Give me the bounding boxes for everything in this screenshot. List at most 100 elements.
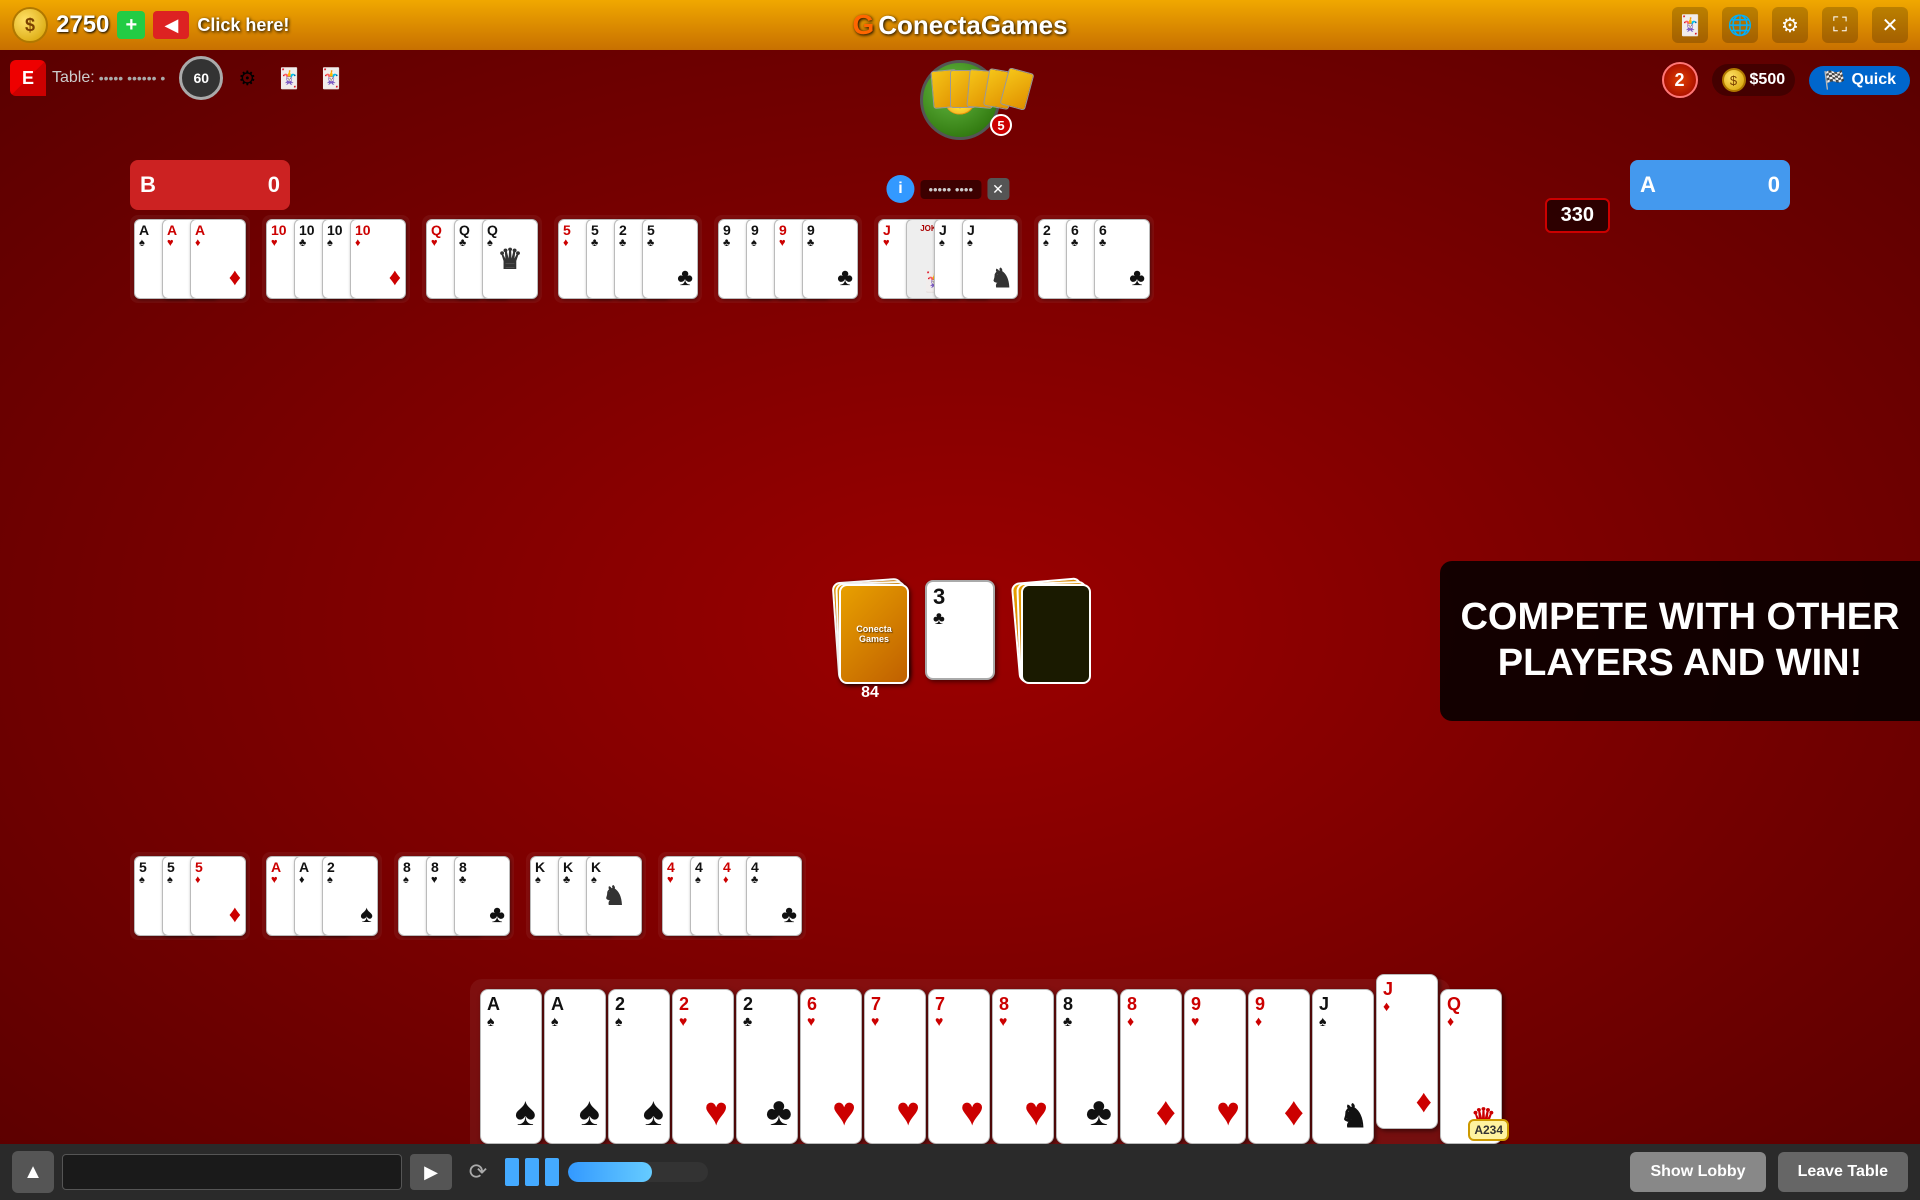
hand-card-12[interactable]: 9 ♥ ♥: [1184, 989, 1246, 1144]
card[interactable]: 10♦ ♦: [350, 219, 406, 299]
cards-icon[interactable]: 🃏: [1672, 7, 1708, 43]
player-group-1: 5♠ ♠ 5♠ ♠ 5♦ ♦: [130, 852, 250, 940]
card[interactable]: 6♣ ♣: [1094, 219, 1150, 299]
balance-display: $500: [1750, 71, 1786, 89]
opponent-group-3: Q♥ ♛ Q♣ ♛ Q♠ ♛: [422, 215, 542, 303]
player-hand: A ♠ ♠ A ♠ ♠ 2 ♠ ♠ 2 ♥ ♥ 2 ♣ ♣ 6: [470, 979, 1450, 1144]
card-icon-sm2[interactable]: 🃏: [313, 60, 349, 96]
center-area: ConectaGames ConectaGames ConectaGames 8…: [835, 580, 1085, 680]
promo-text: COMPETE WITH OTHER PLAYERS AND WIN!: [1440, 595, 1919, 686]
bar-icon-3: [545, 1158, 559, 1186]
leave-table-button[interactable]: Leave Table: [1778, 1152, 1908, 1192]
language-icon[interactable]: 🌐: [1722, 7, 1758, 43]
hand-card-1[interactable]: A ♠ ♠: [480, 989, 542, 1144]
chevron-up-button[interactable]: ▲: [12, 1151, 54, 1193]
opponent-group-4: 5♦ ♦ 5♣ ♣ 2♣ ♣ 5♣ ♣: [554, 215, 702, 303]
hand-card-5[interactable]: 2 ♣ ♣: [736, 989, 798, 1144]
score-a-letter: A: [1640, 172, 1768, 198]
info-close-button[interactable]: ✕: [987, 178, 1009, 200]
timer-icons: 60 ⚙ 🃏 🃏: [179, 56, 349, 100]
show-lobby-button[interactable]: Show Lobby: [1630, 1152, 1765, 1192]
send-button[interactable]: ▶: [410, 1154, 452, 1190]
card[interactable]: J♠ ♞: [962, 219, 1018, 299]
card[interactable]: Q♠ ♛: [482, 219, 538, 299]
add-balance-button[interactable]: +: [117, 11, 145, 39]
info-bubble: i ••••• •••• ✕: [886, 175, 1009, 203]
card[interactable]: 5♣ ♣: [642, 219, 698, 299]
coin-balance: $ $500: [1712, 64, 1796, 96]
deck-count: 84: [861, 684, 879, 702]
top-bar: $ 2750 + ◀ Click here! GConectaGames 🃏 🌐…: [0, 0, 1920, 50]
player-group-4: K♠ ♚ K♣ ♚ K♠ ♞: [526, 852, 646, 940]
hand-card-14[interactable]: J ♠ ♞: [1312, 989, 1374, 1144]
score-a: A 0: [1630, 160, 1790, 210]
table-header: E Table: ••••• •••••• • 60 ⚙ 🃏 🃏 😊 5: [0, 50, 1920, 106]
card[interactable]: 9♣ ♣: [802, 219, 858, 299]
promo-banner: COMPETE WITH OTHER PLAYERS AND WIN!: [1440, 561, 1920, 721]
cards-icon-sm[interactable]: 🃏: [271, 60, 307, 96]
opponent-group-7: 2♠ ♠ 6♣ ♣ 6♣ ♣: [1034, 215, 1154, 303]
settings-icon[interactable]: ⚙: [1772, 7, 1808, 43]
close-icon[interactable]: ✕: [1872, 7, 1908, 43]
card[interactable]: 2♠ ♠: [322, 856, 378, 936]
progress-bar-container: [568, 1162, 708, 1182]
card[interactable]: K♠ ♞: [586, 856, 642, 936]
hand-card-15[interactable]: J ♦ ♦: [1376, 974, 1438, 1129]
hand-card-6[interactable]: 6 ♥ ♥: [800, 989, 862, 1144]
bar-icons: [504, 1158, 560, 1186]
hand-card-11[interactable]: 8 ♦ ♦: [1120, 989, 1182, 1144]
logo: GConectaGames: [852, 9, 1067, 41]
opponent-card-groups: A♠ ♠ A♥ ♥ A♦ ♦ 10♥ ♥ 10♣: [130, 215, 1790, 303]
bar-icon-2: [525, 1158, 539, 1186]
draw-pile[interactable]: ConectaGames ConectaGames ConectaGames 8…: [835, 580, 905, 680]
side-deck[interactable]: [1015, 580, 1085, 680]
player-card-groups: 5♠ ♠ 5♠ ♠ 5♦ ♦ A♥ ♥ A♦: [130, 852, 806, 940]
player-group-5: 4♥ ♥ 4♠ ♠ 4♦ ♦ 4♣ ♣: [658, 852, 806, 940]
bar-icon-1: [505, 1158, 519, 1186]
timer-display: 60: [179, 56, 223, 100]
opponent-group-1: A♠ ♠ A♥ ♥ A♦ ♦: [130, 215, 250, 303]
player-count-badge: 2: [1662, 62, 1698, 98]
hand-card-4[interactable]: 2 ♥ ♥: [672, 989, 734, 1144]
balance-amount: 2750: [56, 11, 109, 39]
info-icon: i: [886, 175, 914, 203]
hand-card-13[interactable]: 9 ♦ ♦: [1248, 989, 1310, 1144]
chat-input[interactable]: [62, 1154, 402, 1190]
hand-card-8[interactable]: 7 ♥ ♥: [928, 989, 990, 1144]
hand-card-9[interactable]: 8 ♥ ♥: [992, 989, 1054, 1144]
player-name-display: ••••• ••••: [920, 180, 981, 199]
card[interactable]: 5♦ ♦: [190, 856, 246, 936]
top-bar-left: $ 2750 + ◀ Click here!: [12, 7, 289, 43]
player-group-2: A♥ ♥ A♦ ♦ 2♠ ♠: [262, 852, 382, 940]
bottom-bar: ▲ ▶ ⟳ Show Lobby Leave Table: [0, 1144, 1920, 1200]
a234-badge: A234: [1468, 1119, 1509, 1141]
hand-card-3[interactable]: 2 ♠ ♠: [608, 989, 670, 1144]
opponent-group-6: J♥ ♞ JOKER 🃏 J♠ ♞ J♠ ♞: [874, 215, 1022, 303]
click-here-label: Click here!: [197, 15, 289, 36]
fullscreen-icon[interactable]: ⛶: [1822, 7, 1858, 43]
coin-icon: $: [12, 7, 48, 43]
hand-card-7[interactable]: 7 ♥ ♥: [864, 989, 926, 1144]
opponent-group-5: 9♣ ♣ 9♠ ♠ 9♥ ♥ 9♣ ♣: [714, 215, 862, 303]
settings-icon-sm[interactable]: ⚙: [229, 60, 265, 96]
discard-pile[interactable]: 3 ♣ ♣: [925, 580, 995, 680]
player-group-3: 8♠ ♠ 8♥ ♥ 8♣ ♣: [394, 852, 514, 940]
hand-card-2[interactable]: A ♠ ♠: [544, 989, 606, 1144]
quick-button[interactable]: 🏁 Quick: [1809, 66, 1910, 95]
card[interactable]: A♦ ♦: [190, 219, 246, 299]
game-area: E Table: ••••• •••••• • 60 ⚙ 🃏 🃏 😊 5: [0, 50, 1920, 1200]
coin-sm-icon: $: [1722, 68, 1746, 92]
refresh-button[interactable]: ⟳: [460, 1154, 496, 1190]
card[interactable]: 8♣ ♣: [454, 856, 510, 936]
score-b-letter: B: [140, 172, 268, 198]
card[interactable]: 4♣ ♣: [746, 856, 802, 936]
score-b: B 0: [130, 160, 290, 210]
hand-card-10[interactable]: 8 ♣ ♣: [1056, 989, 1118, 1144]
top-bar-right: 🃏 🌐 ⚙ ⛶ ✕: [1672, 7, 1908, 43]
opponent-group-2: 10♥ ♥ 10♣ ♣ 10♠ ♠ 10♦ ♦: [262, 215, 410, 303]
hand-card-16[interactable]: Q ♦ ♛ A234: [1440, 989, 1502, 1144]
header-right: 2 $ $500 🏁 Quick: [1662, 62, 1910, 98]
score-a-value: 0: [1768, 172, 1780, 198]
back-arrow-button[interactable]: ◀: [153, 11, 189, 39]
player-e-badge: E: [10, 60, 46, 96]
